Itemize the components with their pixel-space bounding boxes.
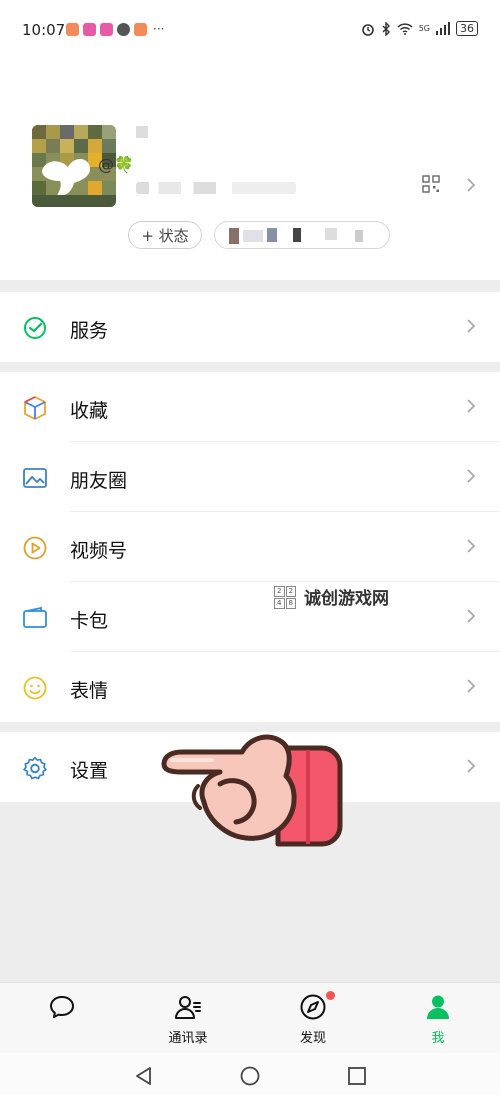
- battery-icon: 36: [456, 21, 478, 36]
- wifi-icon: [397, 23, 413, 35]
- menu-item-label: 收藏: [70, 400, 109, 422]
- status-button[interactable]: + 状态: [128, 221, 202, 249]
- chat-bubble-icon: [50, 996, 74, 1018]
- tab-discover[interactable]: 发现: [273, 983, 353, 1053]
- tab-label: 通讯录: [168, 1031, 208, 1046]
- nickname: @🍀: [98, 155, 134, 174]
- wallet-card-icon: [23, 606, 47, 628]
- network-type: 5G: [418, 24, 430, 33]
- menu-item-label: 表情: [70, 680, 109, 702]
- nickname-blur: [136, 126, 148, 138]
- menu-item-label: 朋友圈: [70, 470, 128, 492]
- notification-app-icon: [134, 22, 147, 36]
- watermark-logo-icon: 2 2 4 8: [274, 585, 296, 609]
- chevron-right-icon: [467, 609, 476, 623]
- menu-item-label: 服务: [70, 320, 109, 342]
- chevron-right-icon: [467, 399, 476, 413]
- menu-item-cards[interactable]: 卡包: [0, 582, 500, 652]
- favorites-cube-icon: [24, 395, 46, 421]
- alarm-icon: [361, 23, 374, 36]
- smiley-icon: [23, 676, 47, 700]
- menu-item-channels[interactable]: 视频号: [0, 512, 500, 582]
- watermark: 2 2 4 8 诚创游戏网: [274, 584, 389, 609]
- tab-contacts[interactable]: 通讯录: [148, 983, 228, 1053]
- watermark-text: 诚创游戏网: [304, 589, 389, 609]
- signal-icon: [436, 22, 450, 35]
- chevron-right-icon: [467, 679, 476, 693]
- qr-code-icon[interactable]: [422, 175, 440, 193]
- tab-label: 我: [431, 1031, 445, 1046]
- status-time: 10:07: [22, 21, 66, 39]
- notification-app-icon: [100, 22, 113, 36]
- main-menu-group: 收藏 朋友圈 视频号 卡包 表情: [0, 372, 500, 722]
- tab-chats[interactable]: [22, 983, 102, 1053]
- tab-label: 发现: [299, 1031, 326, 1046]
- notification-app-icon: [66, 22, 79, 36]
- menu-item-label: 视频号: [70, 540, 128, 562]
- notification-app-icon: [83, 22, 96, 36]
- chevron-right-icon: [467, 759, 476, 773]
- profile-card[interactable]: @🍀 + 状态: [0, 62, 500, 280]
- bluetooth-icon: [382, 21, 390, 36]
- menu-item-label: 卡包: [70, 610, 109, 632]
- services-group: 服务: [0, 292, 500, 362]
- chevron-right-icon: [467, 469, 476, 483]
- status-indicators: 5G 36: [361, 21, 478, 36]
- contacts-icon: [175, 996, 201, 1019]
- menu-item-stickers[interactable]: 表情: [0, 652, 500, 722]
- chevron-right-icon: [467, 319, 476, 333]
- wechat-id-blur: [136, 182, 296, 194]
- services-icon: [24, 317, 46, 339]
- recents-icon[interactable]: [347, 1066, 367, 1086]
- menu-item-services[interactable]: 服务: [0, 292, 500, 362]
- gear-icon: [23, 756, 47, 780]
- chevron-right-icon: [467, 178, 476, 192]
- moments-image-icon: [23, 468, 47, 488]
- menu-item-favorites[interactable]: 收藏: [0, 372, 500, 442]
- back-icon[interactable]: [134, 1066, 154, 1086]
- bottom-tab-bar: 通讯录 发现 我: [0, 982, 500, 1053]
- status-text-blur[interactable]: [214, 221, 390, 249]
- status-bar: 10:07 ··· 5G 36: [0, 0, 500, 62]
- message-bubble-icon: [117, 22, 130, 36]
- notification-icons: ···: [66, 22, 164, 36]
- channels-play-icon: [23, 536, 47, 560]
- compass-icon: [300, 994, 326, 1020]
- more-notifications: ···: [153, 22, 165, 36]
- menu-item-moments[interactable]: 朋友圈: [0, 442, 500, 512]
- tab-me[interactable]: 我: [398, 983, 478, 1053]
- system-nav-bar: [0, 1053, 500, 1095]
- discover-badge: [326, 991, 335, 1000]
- home-icon[interactable]: [240, 1066, 260, 1086]
- menu-item-label: 设置: [70, 760, 109, 782]
- person-icon: [427, 995, 449, 1019]
- pointing-hand-icon: [161, 734, 343, 847]
- chevron-right-icon: [467, 539, 476, 553]
